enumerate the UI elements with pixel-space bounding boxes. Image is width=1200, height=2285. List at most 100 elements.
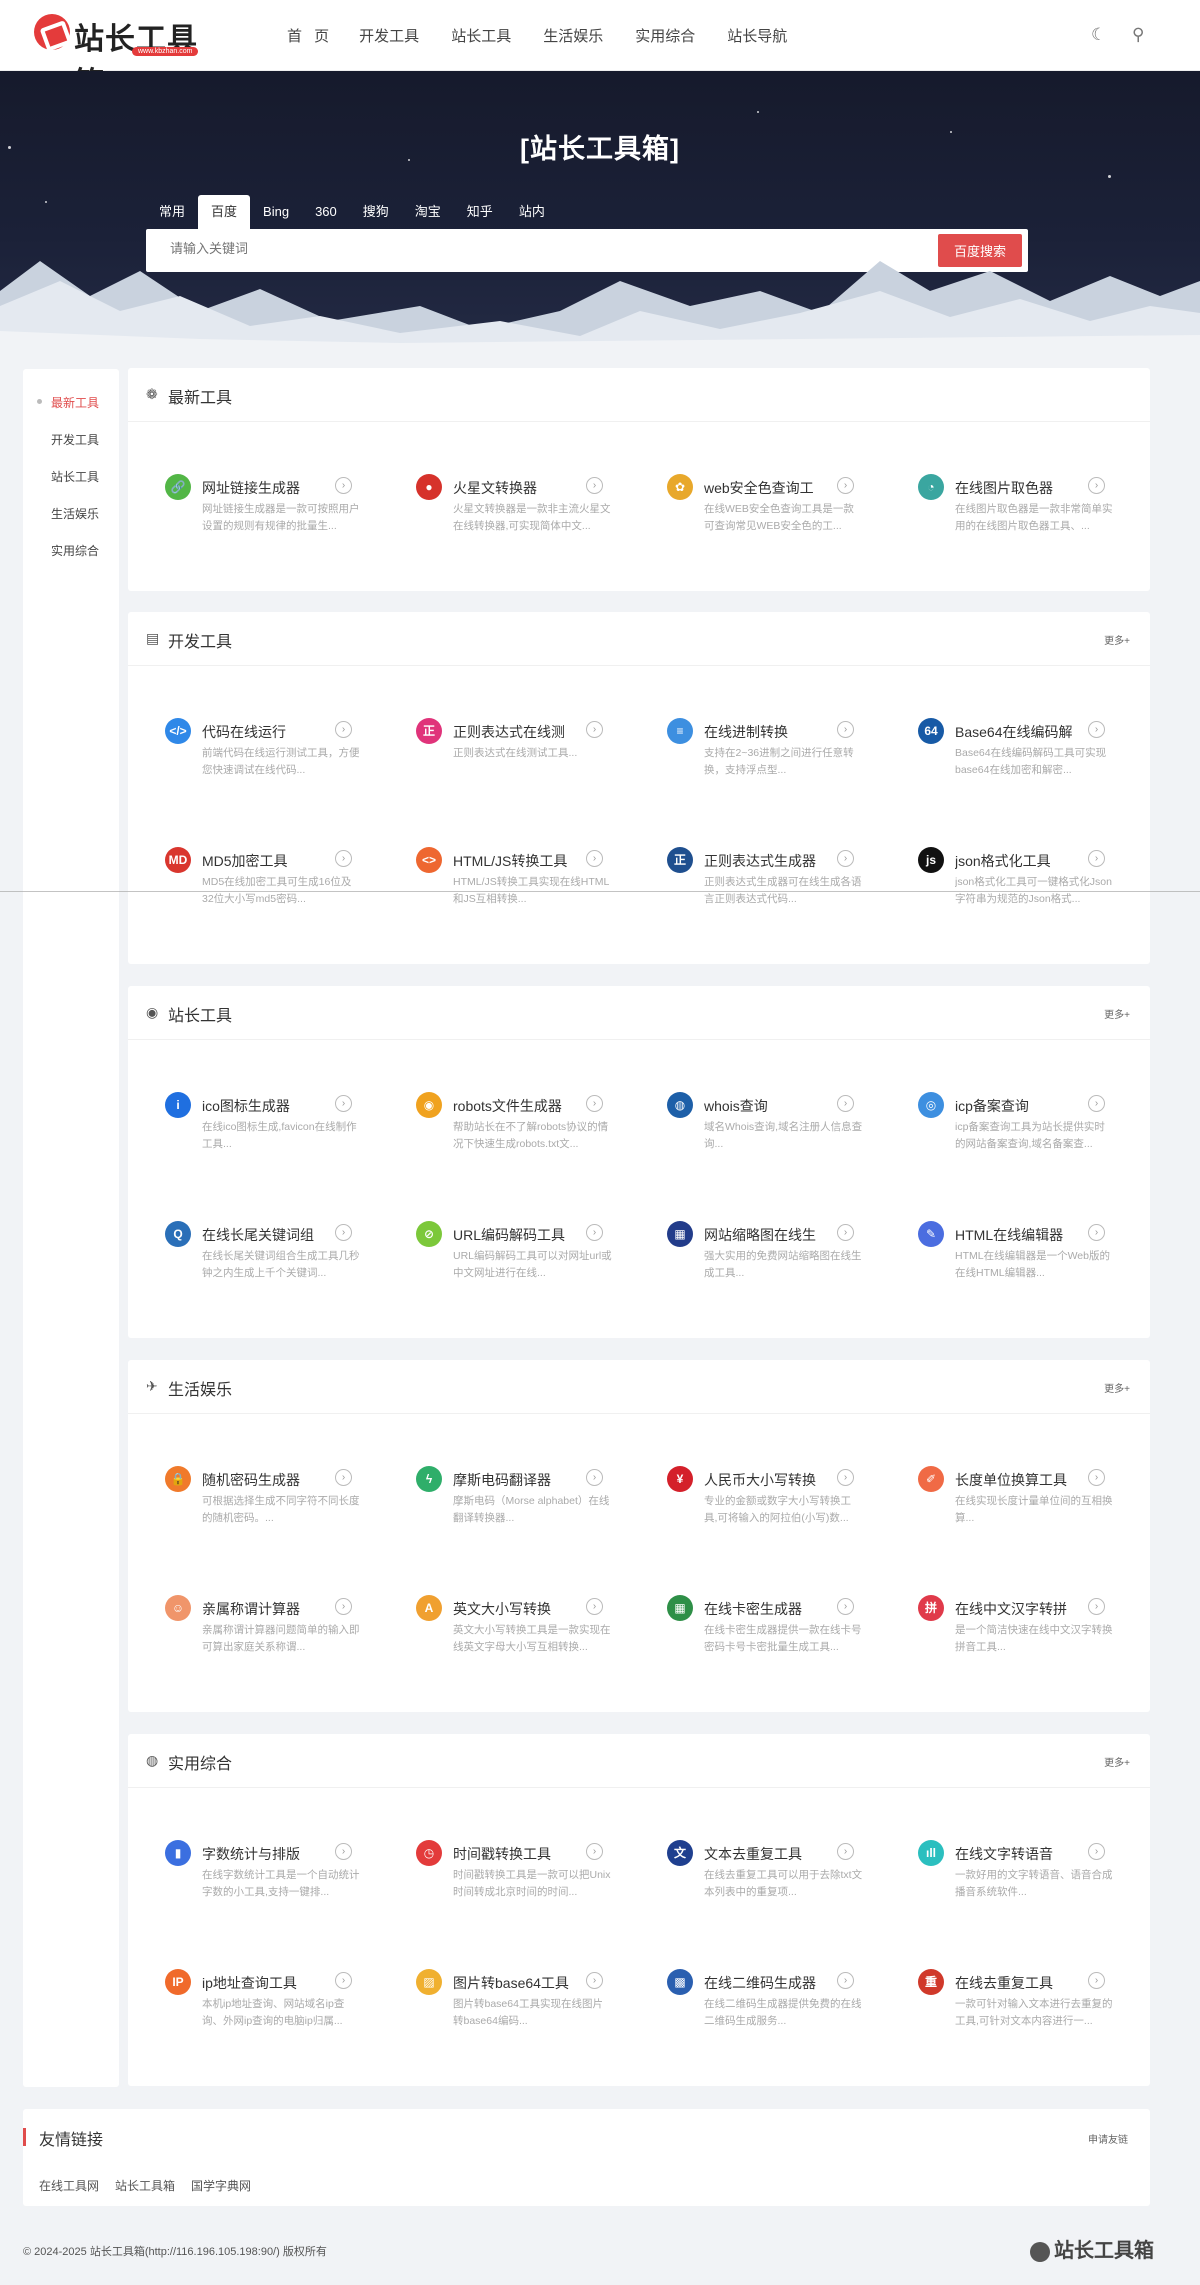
nav-item[interactable]: 首 页 [287,25,333,46]
tool-card[interactable]: ◉ robots文件生成器 › 帮助站长在不了解robots协议的情况下快速生成rob… [416,1092,646,1162]
tool-card[interactable]: 拼在线中文汉字转拼 › 是一个简洁快速在线中文汉字转换拼音工具... [918,1595,1148,1665]
site-logo[interactable]: 站长工具箱 www.kbzhan.com [34,14,224,100]
tool-card[interactable]: ✿ web安全色查询工 › 在线WEB安全色查询工具是一款可查询常见WEB安全色的工.… [667,474,897,544]
tool-card[interactable]: 🔒 随机密码生成器 › 可根据选择生成不同字符不同长度的随机密码。... [165,1466,395,1536]
tool-card[interactable]: 文文本去重复工具 › 在线去重复工具可以用于去除txt文本列表中的重复项... [667,1840,897,1910]
chevron-right-icon[interactable]: › [335,1972,352,1989]
tool-card[interactable]: ▦ 在线卡密生成器 › 在线卡密生成器提供一款在线卡号密码卡号卡密批量生成工具... [667,1595,897,1665]
tool-card[interactable]: ✎ HTML在线编辑器 › HTML在线编辑器是一个Web版的在线HTML编辑器... [918,1221,1148,1291]
sidebar-item[interactable]: 开发工具 [51,431,99,448]
tool-card[interactable]: 🔗 网址链接生成器 › 网址链接生成器是一款可按照用户设置的规则有规律的批量生... [165,474,395,544]
chevron-right-icon[interactable]: › [1088,1224,1105,1241]
chevron-right-icon[interactable]: › [586,1224,603,1241]
chevron-right-icon[interactable]: › [335,721,352,738]
chevron-right-icon[interactable]: › [1088,1469,1105,1486]
tool-card[interactable]: ⊘ URL编码解码工具 › URL编码解码工具可以对网址url或中文网址进行在线... [416,1221,646,1291]
chevron-right-icon[interactable]: › [586,1598,603,1615]
friend-link[interactable]: 国学字典网 [191,2177,251,2194]
chevron-right-icon[interactable]: › [335,1224,352,1241]
chevron-right-icon[interactable]: › [837,1469,854,1486]
chevron-right-icon[interactable]: › [1088,1972,1105,1989]
tool-card[interactable]: ▨ 图片转base64工具 › 图片转base64工具实现在线图片转base64编码.… [416,1969,646,2039]
sidebar-item[interactable]: 站长工具 [51,468,99,485]
chevron-right-icon[interactable]: › [335,477,352,494]
tool-card[interactable]: A 英文大小写转换 › 英文大小写转换工具是一款实现在线英文字母大小写互相转换... [416,1595,646,1665]
search-tab[interactable]: 搜狗 [350,195,402,229]
chevron-right-icon[interactable]: › [837,1224,854,1241]
chevron-right-icon[interactable]: › [1088,1843,1105,1860]
section-more-link[interactable]: 更多+ [1104,1380,1130,1395]
tool-card[interactable]: ☺ 亲属称谓计算器 › 亲属称谓计算器问题简单的输入即可算出家庭关系称谓... [165,1595,395,1665]
tool-card[interactable]: ϟ 摩斯电码翻译器 › 摩斯电码（Morse alphabet）在线翻译转换器... [416,1466,646,1536]
chevron-right-icon[interactable]: › [335,1598,352,1615]
nav-item[interactable]: 站长工具 [451,25,511,46]
nav-item[interactable]: 开发工具 [359,25,419,46]
chevron-right-icon[interactable]: › [1088,1598,1105,1615]
tool-card[interactable]: ıll 在线文字转语音 › 一款好用的文字转语音、语音合成播音系统软件... [918,1840,1148,1910]
tool-card[interactable]: ◷ 时间戳转换工具 › 时间戳转换工具是一款可以把Unix时间转成北京时间的时间... [416,1840,646,1910]
chevron-right-icon[interactable]: › [586,850,603,867]
search-tab[interactable]: 百度 [198,195,251,229]
chevron-right-icon[interactable]: › [586,1095,603,1112]
tool-card[interactable]: js json格式化工具 › json格式化工具可一键格式化Json字符串为规范的Js… [918,847,1148,917]
section-more-link[interactable]: 更多+ [1104,1006,1130,1021]
chevron-right-icon[interactable]: › [586,1469,603,1486]
search-tab[interactable]: 360 [302,195,350,229]
chevron-right-icon[interactable]: › [586,721,603,738]
tool-card[interactable]: ▦ 网站缩略图在线生 › 强大实用的免费网站缩略图在线生成工具... [667,1221,897,1291]
chevron-right-icon[interactable]: › [1088,477,1105,494]
search-tab[interactable]: Bing [250,195,302,229]
chevron-right-icon[interactable]: › [837,1972,854,1989]
tool-card[interactable]: ≡ 在线进制转换 › 支持在2~36进制之间进行任意转换，支持浮点型... [667,718,897,788]
chevron-right-icon[interactable]: › [586,1843,603,1860]
section-more-link[interactable]: 更多+ [1104,632,1130,647]
tool-card[interactable]: MD MD5加密工具 › MD5在线加密工具可生成16位及32位大小写md5密码... [165,847,395,917]
friend-link[interactable]: 在线工具网 [39,2177,99,2194]
tool-card[interactable]: IP ip地址查询工具 › 本机ip地址查询、网站域名ip查询、外网ip查询的电脑ip… [165,1969,395,2039]
chevron-right-icon[interactable]: › [837,850,854,867]
footer-logo[interactable]: 站长工具箱 [1030,2234,1154,2263]
moon-icon[interactable]: ☾ [1091,25,1106,45]
apply-friend-link[interactable]: 申请友链 [1088,2131,1128,2146]
chevron-right-icon[interactable]: › [335,850,352,867]
chevron-right-icon[interactable]: › [837,1843,854,1860]
chevron-right-icon[interactable]: › [837,721,854,738]
tool-card[interactable]: <> HTML/JS转换工具 › HTML/JS转换工具实现在线HTML和JS互相转换… [416,847,646,917]
tool-card[interactable]: ◎ icp备案查询 › icp备案查询工具为站长提供实时的网站备案查询,域名备案查..… [918,1092,1148,1162]
tool-card[interactable]: ✐ 长度单位换算工具 › 在线实现长度计量单位间的互相换算... [918,1466,1148,1536]
tool-card[interactable]: ◍ whois查询 › 域名Whois查询,域名注册人信息查询... [667,1092,897,1162]
sidebar-item[interactable]: 最新工具 [51,394,99,411]
nav-item[interactable]: 实用综合 [635,25,695,46]
chevron-right-icon[interactable]: › [1088,850,1105,867]
tool-card[interactable]: i ico图标生成器 › 在线ico图标生成,favicon在线制作工具... [165,1092,395,1162]
chevron-right-icon[interactable]: › [335,1095,352,1112]
tool-card[interactable]: ▮ 字数统计与排版 › 在线字数统计工具是一个自动统计字数的小工具,支持一键排... [165,1840,395,1910]
search-tab[interactable]: 淘宝 [402,195,454,229]
tool-card[interactable]: ● 火星文转换器 › 火星文转换器是一款非主流火星文在线转换器,可实现简体中文... [416,474,646,544]
tool-card[interactable]: </> 代码在线运行 › 前端代码在线运行测试工具，方便您快速调试在线代码... [165,718,395,788]
nav-item[interactable]: 生活娱乐 [543,25,603,46]
chevron-right-icon[interactable]: › [586,477,603,494]
friend-link[interactable]: 站长工具箱 [115,2177,175,2194]
search-tab[interactable]: 常用 [146,195,198,229]
sidebar-item[interactable]: 生活娱乐 [51,505,99,522]
chevron-right-icon[interactable]: › [586,1972,603,1989]
tool-card[interactable]: 重在线去重复工具 › 一款可针对输入文本进行去重复的工具,可针对文本内容进行一... [918,1969,1148,2039]
section-more-link[interactable]: 更多+ [1104,1754,1130,1769]
tool-card[interactable]: 正正则表达式在线测 › 正则表达式在线测试工具... [416,718,646,788]
tool-card[interactable]: 64 Base64在线编码解 › Base64在线编码解码工具可实现base64在线加… [918,718,1148,788]
sidebar-item[interactable]: 实用综合 [51,542,99,559]
chevron-right-icon[interactable]: › [1088,1095,1105,1112]
search-tab[interactable]: 知乎 [454,195,506,229]
search-tab[interactable]: 站内 [506,195,558,229]
search-icon[interactable]: ⚲ [1132,25,1144,45]
nav-item[interactable]: 站长导航 [727,25,787,46]
chevron-right-icon[interactable]: › [1088,721,1105,738]
chevron-right-icon[interactable]: › [837,477,854,494]
tool-card[interactable]: Q 在线长尾关键词组 › 在线长尾关键词组合生成工具几秒钟之内生成上千个关键词... [165,1221,395,1291]
chevron-right-icon[interactable]: › [837,1598,854,1615]
chevron-right-icon[interactable]: › [335,1469,352,1486]
tool-card[interactable]: ¥ 人民币大小写转换 › 专业的金额或数字大小写转换工具,可将输入的阿拉伯(小写)数.… [667,1466,897,1536]
tool-card[interactable]: 正正则表达式生成器 › 正则表达式生成器可在线生成各语言正则表达式代码... [667,847,897,917]
chevron-right-icon[interactable]: › [335,1843,352,1860]
